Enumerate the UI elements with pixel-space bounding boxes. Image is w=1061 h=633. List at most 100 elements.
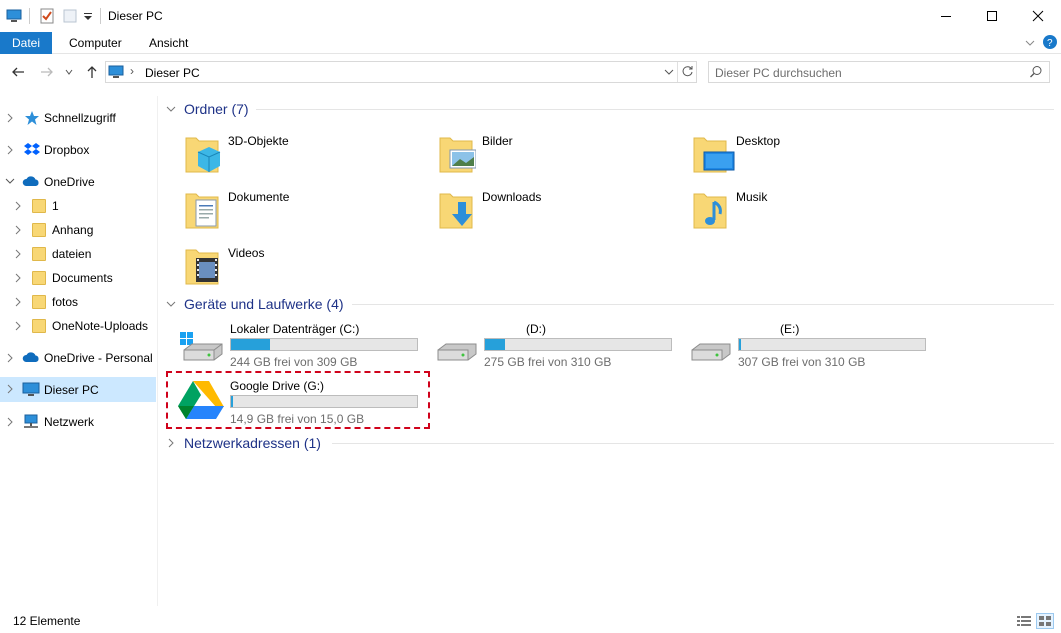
drive-tile-c[interactable]: Lokaler Datenträger (C:) 244 GB frei von… [180,322,438,378]
drive-tile-e[interactable]: (E:) 307 GB frei von 310 GB [691,322,946,378]
computer-icon [108,64,124,83]
drive-label: (E:) [780,322,800,336]
sidebar-item-label: Anhang [52,223,94,237]
sidebar-item-onedrive[interactable]: OneDrive [0,170,156,194]
drive-tile-d[interactable]: (D:) 275 GB frei von 310 GB [437,322,692,378]
search-input[interactable]: Dieser PC durchsuchen [708,61,1050,83]
sidebar-item-label: Dieser PC [44,383,99,397]
drive-free-space: 244 GB frei von 309 GB [230,355,358,369]
group-header-folders[interactable]: Ordner (7) [166,99,249,119]
group-header-drives[interactable]: Geräte und Laufwerke (4) [166,294,344,314]
window-title: Dieser PC [108,9,163,23]
sidebar-item-label: Schnellzugriff [44,111,116,125]
chevron-right-icon: › [130,64,134,78]
folder-tile-bilder[interactable]: Bilder [436,132,686,184]
chevron-right-icon[interactable] [6,384,16,394]
sidebar-item-onenote-uploads[interactable]: OneNote-Uploads [0,314,156,338]
folder-icon [32,319,46,333]
sidebar-item-label: Netzwerk [44,415,95,429]
cloud-icon [22,175,40,190]
tab-ansicht[interactable]: Ansicht [137,32,200,54]
sidebar-item-schnellzugriff[interactable]: Schnellzugriff [0,106,156,130]
chevron-right-icon[interactable] [14,321,24,331]
sidebar-item-dateien[interactable]: dateien [0,242,156,266]
minimize-button[interactable] [923,0,969,32]
maximize-button[interactable] [969,0,1015,32]
new-folder-icon[interactable] [62,8,78,24]
drive-usage-fill [231,339,271,350]
chevron-down-icon[interactable] [82,8,98,24]
chevron-right-icon[interactable] [14,201,24,211]
chevron-right-icon[interactable] [14,297,24,307]
navigation-pane: Schnellzugriff Dropbox OneDrive 1 Anhang… [0,96,158,606]
tab-computer[interactable]: Computer [57,32,134,54]
chevron-down-icon [166,301,176,307]
svg-text:?: ? [1047,38,1053,49]
sidebar-item-label: OneDrive - Personal [44,351,153,365]
divider [677,62,678,82]
desktop-folder-icon [690,132,736,179]
breadcrumb[interactable]: Dieser PC [145,66,200,80]
documents-folder-icon [182,188,222,235]
dropbox-icon [24,142,40,161]
chevron-right-icon[interactable] [6,353,16,363]
divider [100,8,101,24]
sidebar-item-dropbox[interactable]: Dropbox [0,138,156,162]
chevron-right-icon[interactable] [14,225,24,235]
cloud-icon [22,351,40,366]
address-dropdown-icon[interactable] [664,66,674,80]
chevron-down-icon [65,69,73,75]
close-button[interactable] [1015,0,1061,32]
folder-tile-3d-objekte[interactable]: 3D-Objekte [182,132,432,184]
drive-usage-bar [738,338,926,351]
chevron-down-icon[interactable] [5,177,15,187]
details-view-icon[interactable] [1016,614,1032,631]
address-bar[interactable]: › Dieser PC [105,61,697,83]
search-icon[interactable] [1029,65,1043,82]
drive-label: (D:) [526,322,546,336]
help-icon[interactable]: ? [1043,35,1057,49]
folder-tile-videos[interactable]: Videos [182,244,432,296]
properties-icon[interactable] [39,8,55,24]
chevron-right-icon[interactable] [14,249,24,259]
network-icon [22,414,40,433]
sidebar-item-label: 1 [52,199,59,213]
refresh-icon[interactable] [681,65,694,81]
recent-locations-button[interactable] [62,62,76,82]
divider [352,304,1054,305]
sidebar-item-fotos[interactable]: fotos [0,290,156,314]
chevron-right-icon[interactable] [14,273,24,283]
folder-icon [32,271,46,285]
up-button[interactable] [82,62,102,82]
downloads-folder-icon [436,188,480,235]
folder-tile-desktop[interactable]: Desktop [690,132,940,184]
sidebar-item-documents[interactable]: Documents [0,266,156,290]
sidebar-item-label: dateien [52,247,92,261]
chevron-down-icon [166,106,176,112]
sidebar-item-onedrive-personal[interactable]: OneDrive - Personal [0,346,156,370]
sidebar-item-anhang[interactable]: Anhang [0,218,156,242]
group-header-network[interactable]: Netzwerkadressen (1) [166,433,321,453]
chevron-right-icon[interactable] [6,417,16,427]
folder-tile-dokumente[interactable]: Dokumente [182,188,432,240]
sidebar-item-label: OneDrive [44,175,95,189]
chevron-right-icon[interactable] [6,145,16,155]
sidebar-item-dieser-pc[interactable]: Dieser PC [0,377,156,402]
ribbon-expand-icon[interactable] [1024,37,1036,52]
tab-datei[interactable]: Datei [0,32,53,54]
sidebar-item-folder-1[interactable]: 1 [0,194,156,218]
music-folder-icon [690,188,734,235]
folder-tile-musik[interactable]: Musik [690,188,940,240]
drive-free-space: 307 GB frei von 310 GB [738,355,866,369]
sidebar-item-netzwerk[interactable]: Netzwerk [0,410,156,434]
tiles-view-icon[interactable] [1036,613,1054,629]
folder-tile-downloads[interactable]: Downloads [436,188,686,240]
forward-button[interactable] [37,62,57,82]
back-button[interactable] [8,62,28,82]
chevron-right-icon[interactable] [6,113,16,123]
drive-usage-fill [739,339,741,350]
item-count: 12 Elemente [13,614,81,628]
folder-label: Videos [228,246,265,260]
folder-label: Musik [736,190,768,204]
star-icon [24,110,40,129]
